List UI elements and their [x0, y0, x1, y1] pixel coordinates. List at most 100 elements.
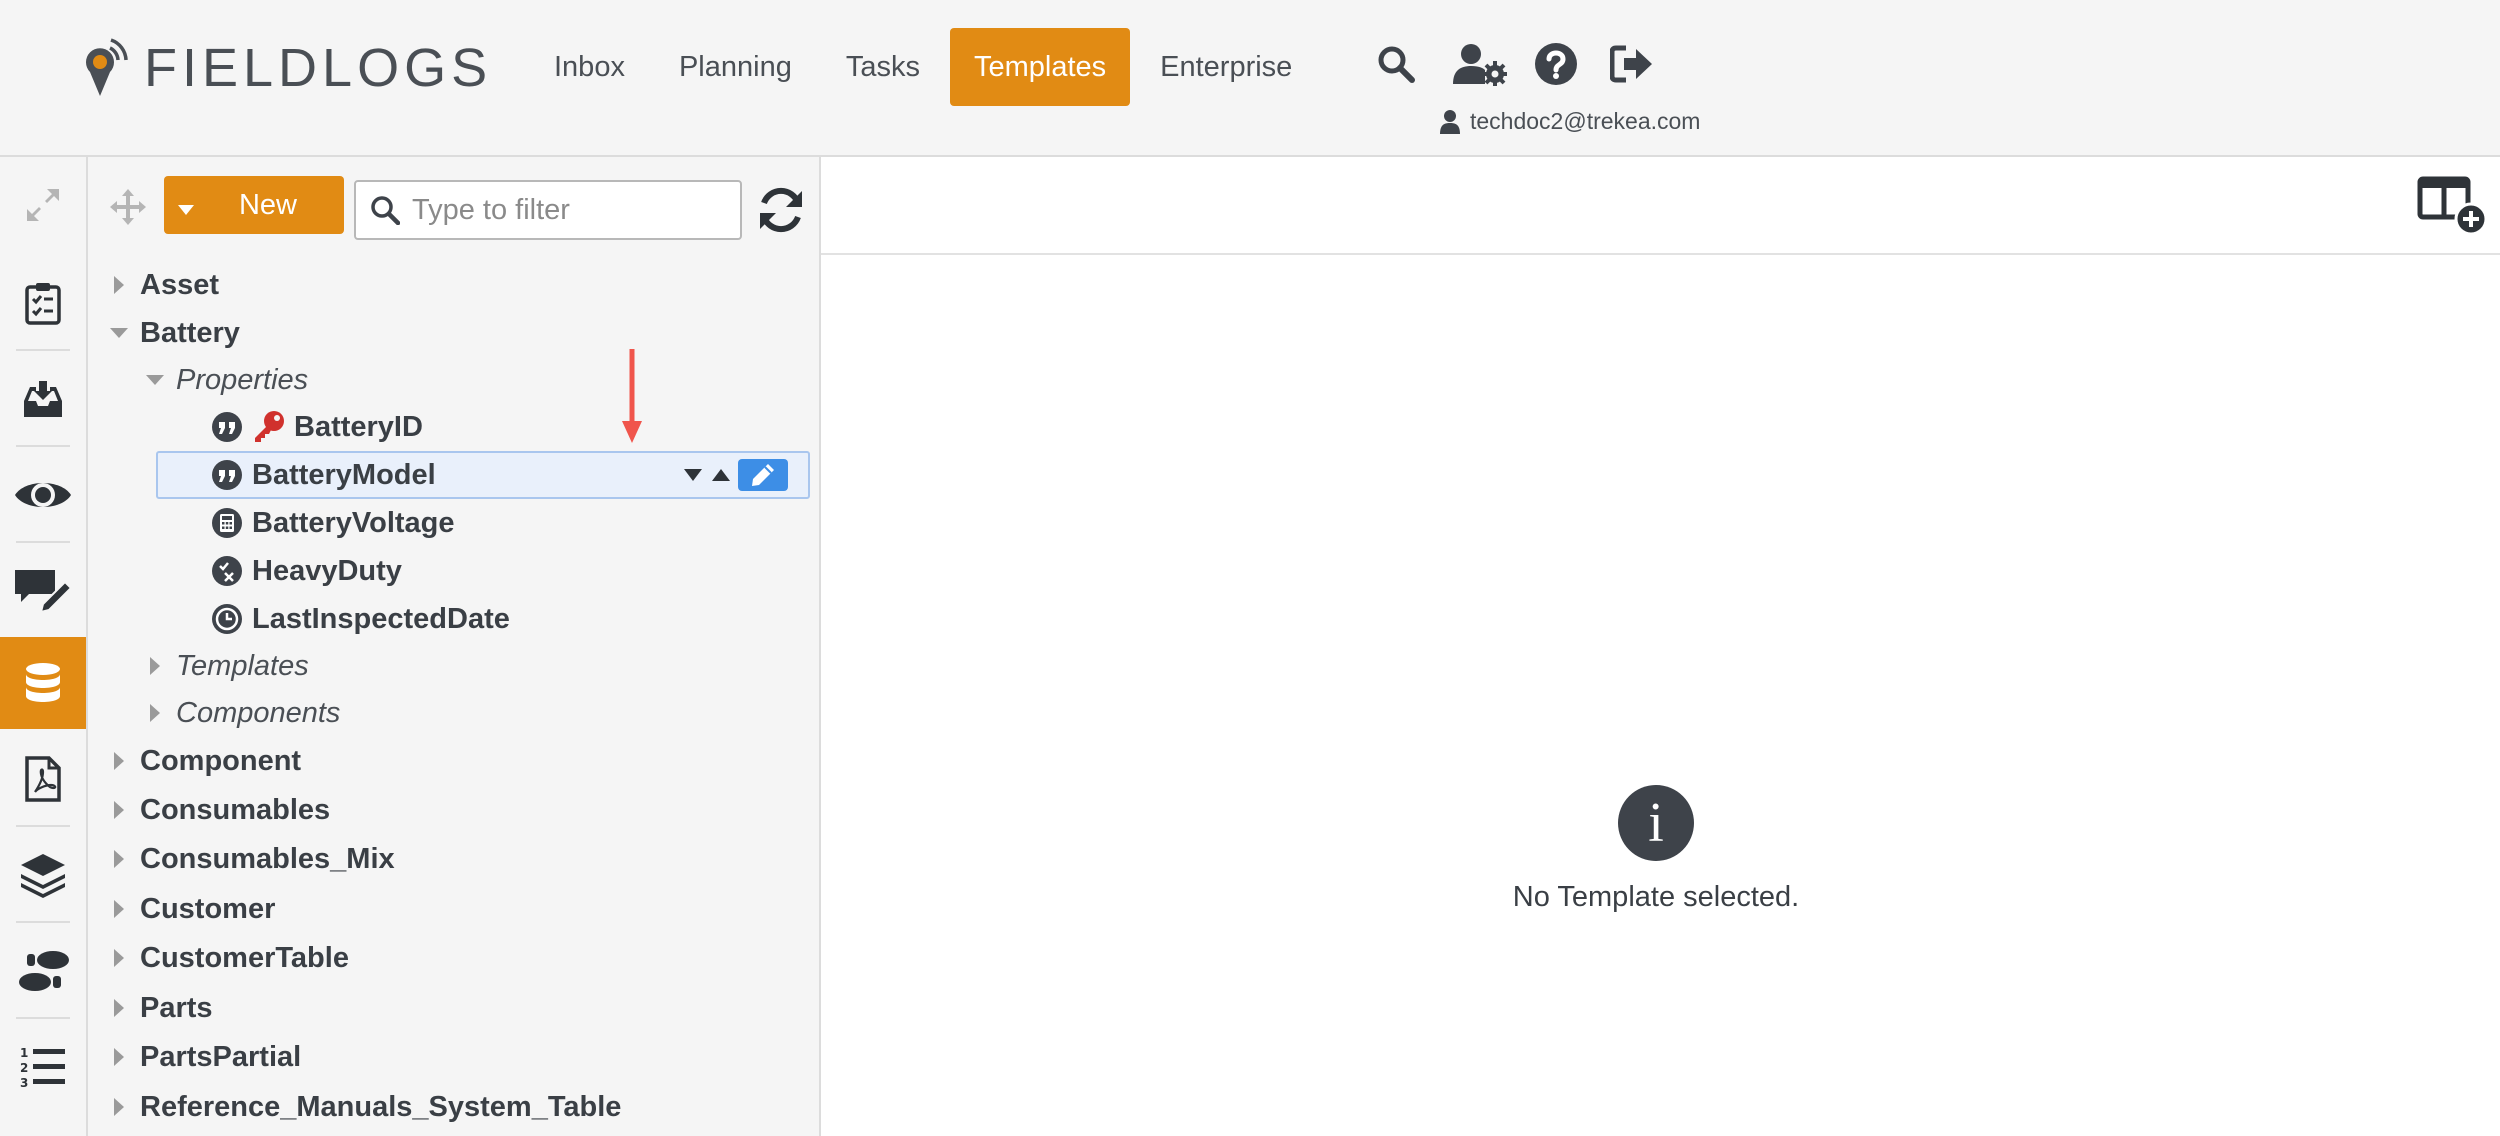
move-down-icon[interactable]: [684, 469, 702, 481]
refresh-icon[interactable]: [754, 183, 808, 237]
logout-icon[interactable]: [1608, 40, 1656, 88]
search-icon: [371, 196, 400, 225]
tree-node-reference-manuals[interactable]: Reference_Manuals_System_Table: [108, 1083, 621, 1131]
info-icon: i: [1618, 785, 1694, 861]
new-button-label: New: [238, 188, 297, 221]
tree-folder-label: Properties: [176, 363, 309, 396]
tree-node-label: Reference_Manuals_System_Table: [140, 1090, 622, 1123]
tree-node-consumables-mix[interactable]: Consumables_Mix: [108, 835, 395, 883]
filter-field[interactable]: [354, 180, 742, 240]
tree-toolbar: New: [88, 157, 819, 257]
quote-icon: [210, 410, 244, 444]
tree-node-asset[interactable]: Asset: [108, 261, 219, 309]
tree-node-label: Battery: [140, 316, 240, 349]
move-up-icon[interactable]: [712, 469, 730, 481]
property-heavy-duty[interactable]: HeavyDuty: [210, 547, 402, 595]
checklist-icon[interactable]: [0, 257, 86, 349]
logo-pin-icon: [86, 38, 128, 96]
current-user[interactable]: techdoc2@trekea.com: [1440, 108, 1700, 135]
property-battery-voltage[interactable]: BatteryVoltage: [210, 499, 455, 547]
empty-state-text: No Template selected.: [1512, 881, 1800, 913]
nav-tasks[interactable]: Tasks: [822, 28, 944, 106]
tree-node-label: Component: [140, 744, 302, 777]
tree-node-consumables[interactable]: Consumables: [108, 786, 330, 834]
caret-right-icon[interactable]: [108, 799, 130, 821]
caret-right-icon[interactable]: [108, 997, 130, 1019]
filter-input[interactable]: [412, 193, 732, 227]
tree-folder-label: Templates: [176, 649, 309, 682]
tree-node-parts[interactable]: Parts: [108, 984, 213, 1032]
tree-node-label: Consumables: [140, 793, 331, 826]
layers-icon[interactable]: [0, 829, 86, 921]
calculator-icon: [210, 506, 244, 540]
caret-down-icon[interactable]: [144, 369, 166, 391]
left-icon-rail: 123: [0, 157, 88, 1136]
nav-templates[interactable]: Templates: [949, 28, 1131, 106]
inbox-download-icon[interactable]: [0, 353, 86, 445]
row-actions: [684, 452, 788, 498]
tree-folder-components[interactable]: Components: [144, 689, 340, 737]
caret-right-icon[interactable]: [108, 1096, 130, 1118]
nav-inbox[interactable]: Inbox: [530, 28, 649, 106]
tree-node-label: PartsPartial: [140, 1040, 302, 1073]
add-panel-icon[interactable]: [2417, 175, 2487, 235]
property-label: HeavyDuty: [252, 554, 402, 587]
footsteps-icon[interactable]: [0, 925, 86, 1017]
caret-right-icon[interactable]: [108, 947, 130, 969]
logo-text: FIELDLOGS: [144, 38, 493, 98]
expand-icon[interactable]: [0, 159, 86, 251]
detail-toolbar: [821, 157, 2500, 255]
eye-icon[interactable]: [0, 449, 86, 541]
user-settings-icon[interactable]: [1452, 40, 1508, 88]
app-logo[interactable]: FIELDLOGS: [84, 38, 492, 98]
user-email: techdoc2@trekea.com: [1470, 108, 1701, 134]
search-icon[interactable]: [1372, 40, 1420, 88]
checkbox-x-icon: [210, 554, 244, 588]
caret-right-icon[interactable]: [108, 848, 130, 870]
edit-button[interactable]: [738, 459, 788, 491]
key-icon: [252, 410, 286, 444]
property-label: BatteryVoltage: [252, 506, 455, 539]
tree-node-label: Asset: [140, 268, 219, 301]
tree-node-parts-partial[interactable]: PartsPartial: [108, 1033, 301, 1081]
tree-node-component[interactable]: Component: [108, 737, 301, 785]
nav-planning[interactable]: Planning: [655, 28, 816, 106]
nav-enterprise[interactable]: Enterprise: [1136, 28, 1316, 106]
caret-right-icon[interactable]: [144, 702, 166, 724]
empty-state: i No Template selected.: [821, 785, 2491, 914]
quote-icon: [210, 458, 244, 492]
template-tree-panel: New Asset Battery Properties Batt: [88, 157, 821, 1136]
property-label: LastInspectedDate: [252, 602, 510, 635]
tree-node-customer-table[interactable]: CustomerTable: [108, 934, 349, 982]
tree-node-label: Parts: [140, 991, 213, 1024]
property-label: BatteryID: [294, 410, 423, 443]
pdf-file-icon[interactable]: [0, 733, 86, 825]
caret-right-icon[interactable]: [144, 655, 166, 677]
new-button[interactable]: New: [164, 176, 344, 234]
property-battery-id[interactable]: BatteryID: [210, 403, 423, 451]
move-icon[interactable]: [108, 187, 148, 227]
tree-folder-templates[interactable]: Templates: [144, 642, 309, 690]
clock-icon: [210, 602, 244, 636]
comment-edit-icon[interactable]: [0, 545, 86, 637]
caret-right-icon[interactable]: [108, 274, 130, 296]
caret-down-icon[interactable]: [108, 322, 130, 344]
tree-node-label: Customer: [140, 892, 276, 925]
chevron-down-icon[interactable]: [164, 205, 208, 215]
pencil-icon: [752, 464, 774, 486]
tree-node-battery[interactable]: Battery: [108, 309, 240, 357]
numbered-list-icon[interactable]: 123: [0, 1021, 86, 1113]
template-detail-panel: i No Template selected.: [821, 157, 2500, 1136]
caret-right-icon[interactable]: [108, 750, 130, 772]
svg-text:1: 1: [20, 1046, 28, 1060]
svg-text:2: 2: [20, 1061, 28, 1075]
property-battery-model[interactable]: BatteryModel: [210, 451, 436, 499]
property-last-inspected-date[interactable]: LastInspectedDate: [210, 595, 510, 643]
tree-node-customer[interactable]: Customer: [108, 885, 275, 933]
tree-folder-properties[interactable]: Properties: [144, 356, 308, 404]
tree-node-label: Consumables_Mix: [140, 842, 395, 875]
help-icon[interactable]: [1532, 40, 1580, 88]
database-icon[interactable]: [0, 637, 86, 729]
caret-right-icon[interactable]: [108, 898, 130, 920]
caret-right-icon[interactable]: [108, 1046, 130, 1068]
